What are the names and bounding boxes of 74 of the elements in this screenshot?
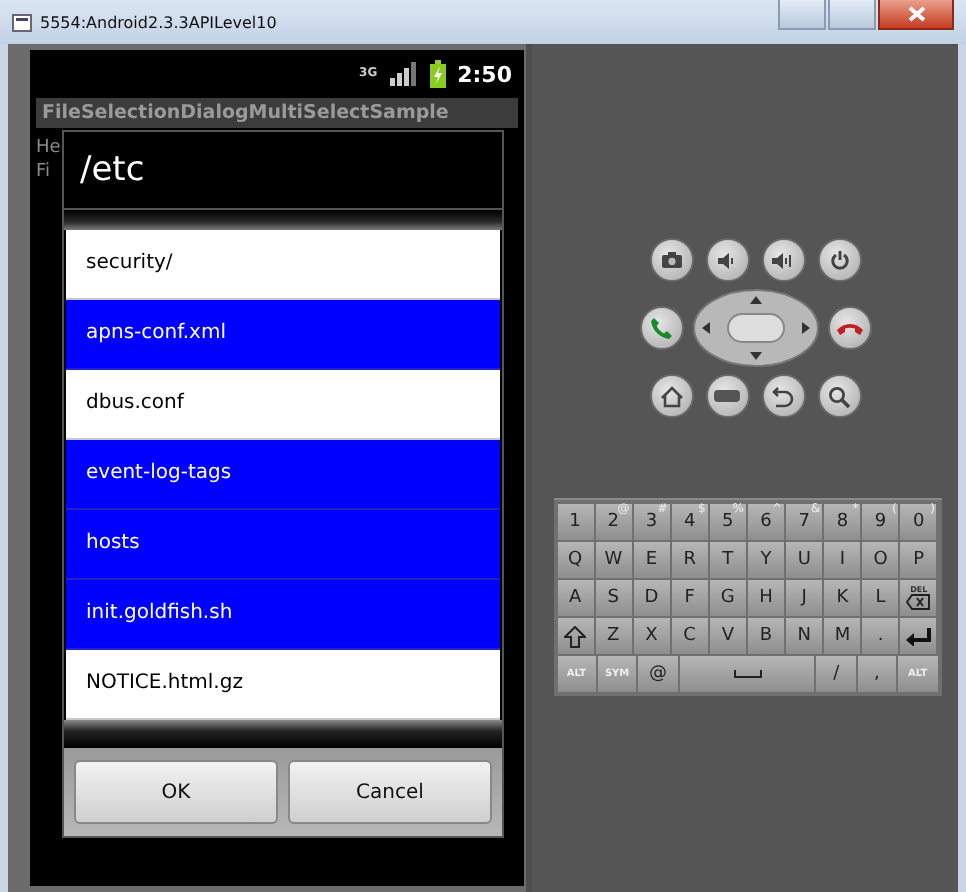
menu-button[interactable] bbox=[705, 374, 749, 418]
keyboard-key[interactable]: P bbox=[900, 542, 937, 578]
signal-icon bbox=[389, 62, 418, 86]
clock: 2:50 bbox=[457, 61, 512, 87]
keyboard-key[interactable]: B bbox=[747, 618, 785, 654]
battery-charging-icon bbox=[429, 60, 446, 88]
keyboard-key[interactable]: T bbox=[709, 542, 746, 578]
ok-button[interactable]: OK bbox=[74, 760, 278, 824]
keyboard-key[interactable]: Y bbox=[747, 542, 785, 578]
shift-icon bbox=[564, 625, 587, 647]
keyboard-key[interactable]: Q bbox=[557, 542, 594, 578]
keyboard-key[interactable]: E bbox=[633, 542, 670, 578]
keyboard-key[interactable]: I bbox=[824, 542, 861, 578]
file-list-item[interactable]: hosts bbox=[66, 510, 500, 580]
keyboard-key[interactable]: W bbox=[595, 542, 632, 578]
keyboard-key[interactable]: 1 bbox=[557, 504, 594, 540]
search-button[interactable] bbox=[817, 374, 861, 418]
keyboard-key[interactable]: O bbox=[862, 542, 899, 578]
close-button[interactable] bbox=[878, 0, 954, 30]
keyboard-key[interactable]: @ bbox=[638, 656, 678, 692]
hang-up-icon bbox=[835, 320, 863, 336]
keyboard-key[interactable]: L bbox=[862, 580, 899, 616]
keyboard-key[interactable]: A bbox=[557, 580, 594, 616]
keyboard-key[interactable]: K bbox=[824, 580, 861, 616]
directional-pad[interactable] bbox=[691, 288, 819, 368]
keyboard-key[interactable]: M bbox=[824, 618, 861, 654]
app-text: He bbox=[36, 136, 61, 160]
search-icon bbox=[828, 385, 850, 407]
keyboard-key[interactable]: V bbox=[709, 618, 746, 654]
keyboard-key[interactable]: C bbox=[671, 618, 708, 654]
power-icon bbox=[829, 250, 849, 270]
window-title: 5554:Android2.3.3APILevel10 bbox=[40, 13, 277, 31]
keyboard-key[interactable]: . bbox=[862, 618, 899, 654]
keyboard-key[interactable]: G bbox=[709, 580, 746, 616]
keyboard-key[interactable]: J bbox=[786, 580, 823, 616]
shift-key[interactable] bbox=[557, 618, 594, 654]
phone-call-button[interactable] bbox=[639, 306, 683, 350]
window-icon bbox=[12, 13, 32, 31]
app-text: Fi bbox=[36, 160, 51, 184]
keyboard-key[interactable]: F bbox=[671, 580, 708, 616]
volume-up-icon bbox=[772, 251, 794, 269]
keyboard-key[interactable]: H bbox=[747, 580, 785, 616]
camera-button[interactable] bbox=[649, 238, 693, 282]
space-bar-icon bbox=[733, 670, 762, 678]
keyboard-key[interactable]: D bbox=[633, 580, 670, 616]
cancel-button[interactable]: Cancel bbox=[288, 760, 492, 824]
close-icon bbox=[907, 6, 925, 22]
keyboard-key[interactable]: Z bbox=[595, 618, 632, 654]
keyboard-key[interactable]: N bbox=[786, 618, 823, 654]
enter-icon bbox=[905, 627, 932, 645]
keyboard-key[interactable]: R bbox=[671, 542, 708, 578]
home-button[interactable] bbox=[649, 374, 693, 418]
keyboard-key[interactable]: X bbox=[633, 618, 670, 654]
keyboard-key[interactable]: , bbox=[857, 656, 897, 692]
keyboard-key[interactable]: / bbox=[816, 656, 856, 692]
enter-key[interactable] bbox=[900, 618, 937, 654]
back-icon bbox=[772, 385, 794, 407]
app-title-bar: FileSelectionDialogMultiSelectSample bbox=[36, 98, 518, 128]
file-list-item[interactable]: apns-conf.xml bbox=[66, 300, 500, 370]
home-icon bbox=[659, 385, 683, 407]
file-list-item[interactable]: init.goldfish.sh bbox=[66, 580, 500, 650]
volume-down-icon bbox=[718, 251, 736, 269]
menu-icon bbox=[714, 390, 740, 402]
power-button[interactable] bbox=[817, 238, 861, 282]
volume-up-button[interactable] bbox=[761, 238, 805, 282]
keyboard-key[interactable]: U bbox=[786, 542, 823, 578]
file-list-item[interactable]: event-log-tags bbox=[66, 440, 500, 510]
back-button[interactable] bbox=[761, 374, 805, 418]
phone-call-icon bbox=[649, 316, 673, 340]
keyboard-key[interactable]: S bbox=[595, 580, 632, 616]
camera-icon bbox=[661, 252, 681, 268]
backspace-icon bbox=[906, 594, 931, 610]
hang-up-button[interactable] bbox=[827, 306, 871, 350]
volume-down-button[interactable] bbox=[705, 238, 749, 282]
